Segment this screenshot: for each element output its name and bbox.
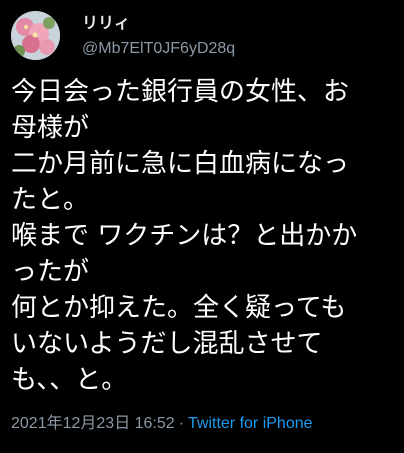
tweet-text-line: 母様が [11, 113, 90, 143]
tweet-source-link[interactable]: Twitter for iPhone [188, 415, 313, 432]
tweet-text-line: いないようだし混乱させて [11, 329, 323, 359]
avatar-photo-icon [11, 11, 60, 60]
tweet-text-line: 何とか抑えた。全く疑っても [11, 293, 347, 323]
user-handle[interactable]: @Mb7ElT0JF6yD28q [82, 39, 235, 59]
meta-separator: · [178, 415, 185, 432]
tweet-text-line: ったが [11, 257, 90, 287]
tweet-text-line: 喉まで ワクチンは？と出かか [11, 221, 358, 251]
tweet-text-line: 今日会った銀行員の女性、お [11, 77, 350, 107]
tweet-text-line: 二か月前に急に白血病になっ [11, 149, 350, 179]
tweet-timestamp[interactable]: 2021年12月23日 16:52 [11, 415, 175, 432]
tweet-meta: 2021年12月23日 16:52 · Twitter for iPhone [11, 414, 313, 434]
tweet-text-line: たと。 [11, 185, 90, 215]
tweet-card: リリィ @Mb7ElT0JF6yD28q 今日会った銀行員の女性、お 母様が 二… [0, 0, 404, 453]
tweet-text: 今日会った銀行員の女性、お 母様が 二か月前に急に白血病になっ たと。 喉まで … [11, 74, 399, 398]
tweet-text-line: も、、と。 [11, 365, 128, 395]
display-name[interactable]: リリィ [82, 13, 130, 33]
avatar[interactable] [11, 11, 60, 60]
